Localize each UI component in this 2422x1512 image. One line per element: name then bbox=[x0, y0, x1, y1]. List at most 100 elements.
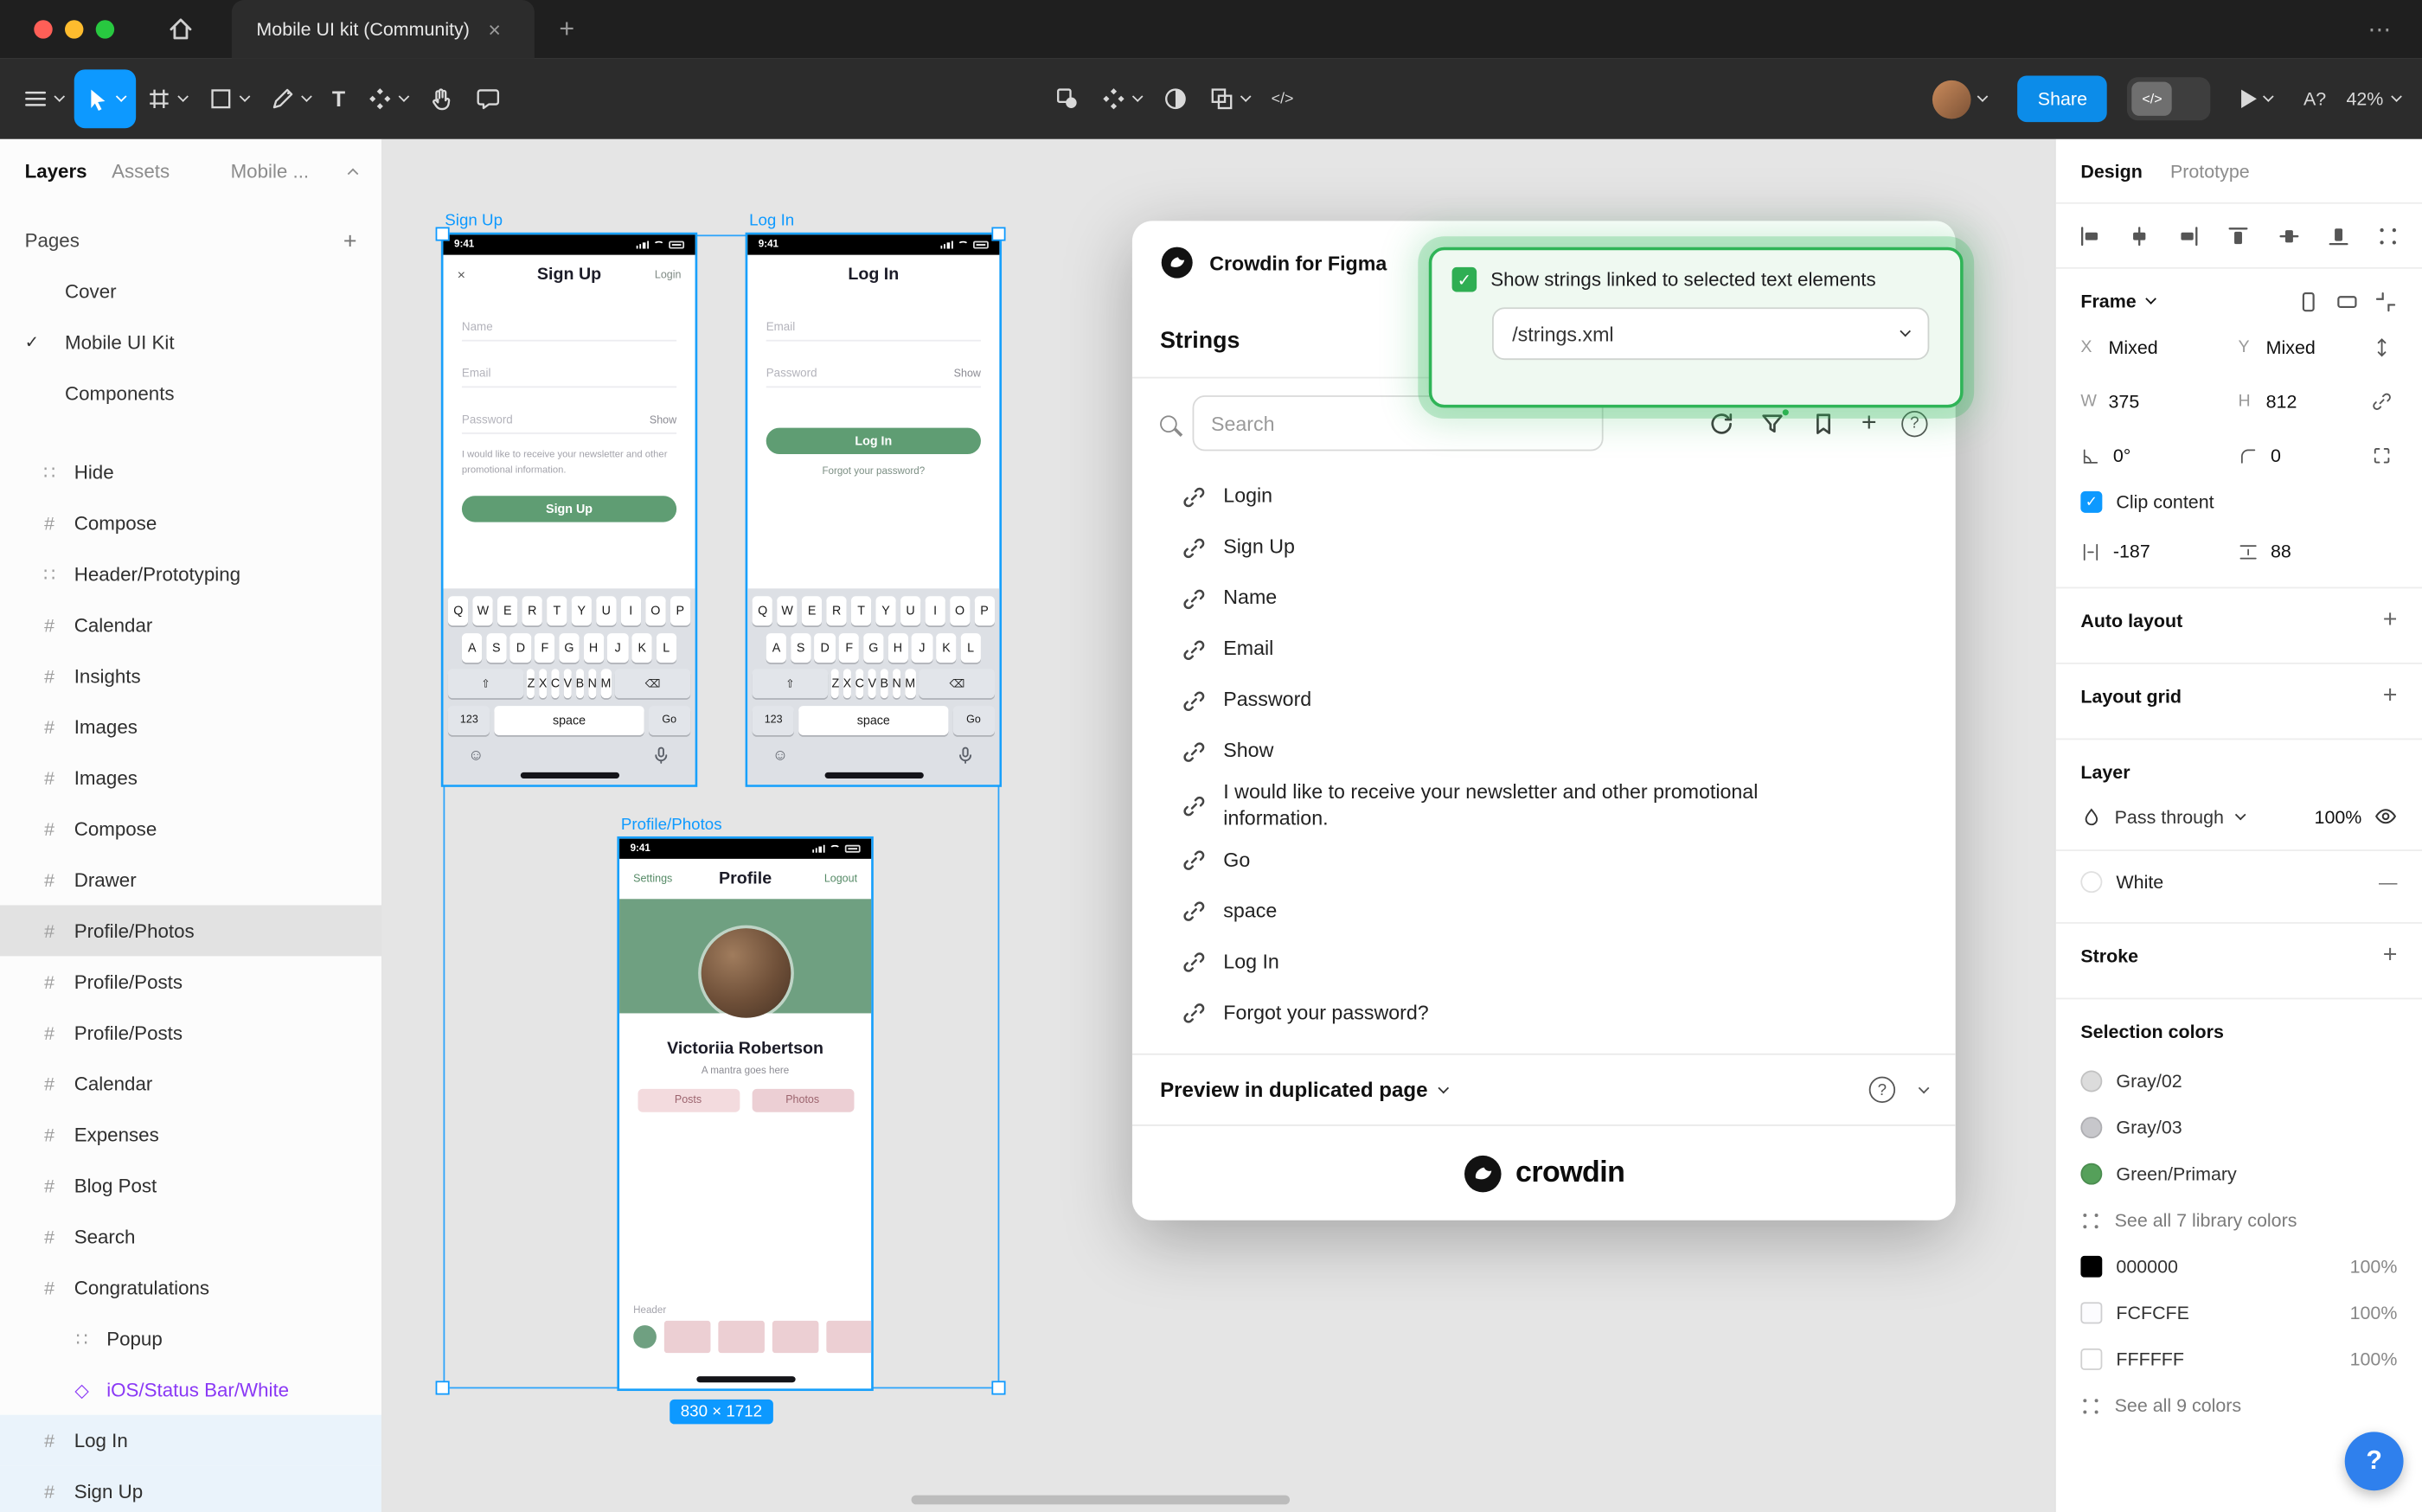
password-field[interactable]: PasswordShow bbox=[766, 352, 981, 388]
pen-tool-button[interactable] bbox=[260, 69, 321, 128]
layer-row[interactable]: # Blog Post bbox=[0, 1160, 381, 1211]
y-position-input[interactable]: YMixed bbox=[2235, 328, 2361, 368]
height-input[interactable]: H812 bbox=[2235, 381, 2361, 421]
bookmark-icon[interactable] bbox=[1810, 410, 1836, 436]
hand-tool-button[interactable] bbox=[418, 69, 465, 128]
posts-tab[interactable]: Posts bbox=[638, 1089, 740, 1112]
frame-label-profile-photos[interactable]: Profile/Photos bbox=[621, 816, 722, 834]
email-field[interactable]: Email bbox=[766, 306, 981, 342]
name-field[interactable]: Name bbox=[462, 306, 676, 342]
resize-to-fit-icon[interactable] bbox=[2374, 290, 2398, 313]
string-row[interactable]: Name bbox=[1132, 573, 1956, 624]
chevron-down-icon[interactable] bbox=[2145, 293, 2156, 304]
layer-row[interactable]: # Insights bbox=[0, 650, 381, 702]
frame-profile-photos[interactable]: Profile/Photos 9:41 Settings Profile Log… bbox=[619, 839, 871, 1389]
profile-avatar[interactable] bbox=[701, 928, 791, 1018]
layer-row[interactable]: # Compose bbox=[0, 804, 381, 855]
close-window-button[interactable] bbox=[34, 20, 52, 38]
create-component-button[interactable] bbox=[1091, 69, 1152, 128]
share-button[interactable]: Share bbox=[2018, 75, 2108, 122]
tab-assets[interactable]: Assets bbox=[112, 161, 170, 183]
frame-log-in[interactable]: Log In 9:41 Log In Email PasswordShow Lo… bbox=[747, 234, 999, 785]
align-right-icon[interactable] bbox=[2178, 225, 2200, 247]
help-icon[interactable]: ? bbox=[1869, 1077, 1895, 1103]
layer-row[interactable]: # Calendar bbox=[0, 1058, 381, 1109]
align-h-center-icon[interactable] bbox=[2129, 225, 2150, 247]
width-input[interactable]: W375 bbox=[2078, 381, 2226, 421]
file-tab[interactable]: Mobile UI kit (Community) × bbox=[232, 0, 535, 59]
layer-row[interactable]: ∷ Popup bbox=[0, 1313, 381, 1364]
window-menu-icon[interactable]: ⋯ bbox=[2368, 16, 2393, 43]
add-auto-layout-button[interactable]: + bbox=[2383, 607, 2398, 635]
layer-row[interactable]: # Sign Up bbox=[0, 1466, 381, 1512]
zoom-menu[interactable]: 42% bbox=[2346, 88, 2400, 110]
constrain-proportions-icon[interactable] bbox=[2371, 391, 2393, 413]
align-v-center-icon[interactable] bbox=[2278, 225, 2299, 247]
frame-tool-button[interactable] bbox=[136, 69, 197, 128]
layer-row[interactable]: # Search bbox=[0, 1211, 381, 1262]
hex-color-row[interactable]: 000000 100% bbox=[2056, 1243, 2422, 1290]
hex-color-row[interactable]: FCFCFE 100% bbox=[2056, 1290, 2422, 1336]
landscape-icon[interactable] bbox=[2336, 290, 2359, 313]
rotation-input[interactable]: 0° bbox=[2078, 436, 2226, 476]
layer-row[interactable]: # Log In bbox=[0, 1415, 381, 1466]
string-row[interactable]: Forgot your password? bbox=[1132, 988, 1956, 1039]
string-row[interactable]: Sign Up bbox=[1132, 522, 1956, 573]
main-menu-button[interactable] bbox=[12, 69, 74, 128]
tab-design[interactable]: Design bbox=[2080, 160, 2142, 182]
show-password-link[interactable]: Show bbox=[954, 369, 981, 381]
layer-row[interactable]: # Expenses bbox=[0, 1109, 381, 1160]
help-button[interactable]: ? bbox=[2345, 1432, 2404, 1490]
page-item[interactable]: Cover bbox=[0, 266, 381, 317]
blend-button[interactable] bbox=[1152, 69, 1199, 128]
help-icon[interactable]: ? bbox=[1901, 410, 1927, 436]
login-link[interactable]: Login bbox=[655, 270, 682, 281]
align-left-icon[interactable] bbox=[2079, 225, 2101, 247]
string-row[interactable]: Log In bbox=[1132, 938, 1956, 989]
sign-up-button[interactable]: Sign Up bbox=[462, 495, 676, 521]
align-top-icon[interactable] bbox=[2228, 225, 2250, 247]
opacity-input[interactable]: 100% bbox=[2315, 805, 2362, 827]
user-avatar[interactable] bbox=[1922, 69, 1998, 128]
close-icon[interactable]: × bbox=[458, 267, 465, 283]
color-style-row[interactable]: Gray/02 bbox=[2056, 1058, 2422, 1105]
tab-prototype[interactable]: Prototype bbox=[2170, 160, 2250, 182]
settings-link[interactable]: Settings bbox=[633, 874, 672, 885]
comment-tool-button[interactable] bbox=[465, 69, 511, 128]
dev-mode-toggle[interactable]: </> bbox=[2127, 77, 2210, 120]
layer-row[interactable]: # Images bbox=[0, 753, 381, 804]
collapse-icon[interactable] bbox=[1919, 1082, 1930, 1093]
remove-fill-button[interactable]: — bbox=[2379, 871, 2397, 893]
color-style-row[interactable]: Green/Primary bbox=[2056, 1150, 2422, 1197]
filter-button[interactable] bbox=[1759, 410, 1785, 436]
layer-row[interactable]: # Drawer bbox=[0, 854, 381, 905]
offset-y-input[interactable]: 88 bbox=[2235, 531, 2361, 571]
add-page-button[interactable]: + bbox=[343, 227, 357, 253]
forgot-password-link[interactable]: Forgot your password? bbox=[747, 466, 999, 477]
x-position-input[interactable]: XMixed bbox=[2078, 328, 2226, 368]
screen-title[interactable]: Log In bbox=[747, 266, 999, 284]
independent-corners-icon[interactable] bbox=[2371, 445, 2393, 466]
home-icon[interactable] bbox=[167, 16, 195, 43]
shape-tool-button[interactable] bbox=[198, 69, 260, 128]
add-layout-grid-button[interactable]: + bbox=[2383, 682, 2398, 710]
log-in-button[interactable]: Log In bbox=[766, 428, 981, 454]
dev-resources-button[interactable]: </> bbox=[1260, 69, 1304, 128]
layer-row[interactable]: # Calendar bbox=[0, 599, 381, 650]
close-tab-icon[interactable]: × bbox=[488, 17, 501, 42]
layer-row[interactable]: # Congratulations bbox=[0, 1262, 381, 1313]
string-row[interactable]: I would like to receive your newsletter … bbox=[1132, 777, 1956, 835]
language-badge[interactable]: A? bbox=[2303, 88, 2326, 110]
align-bottom-icon[interactable] bbox=[2328, 225, 2349, 247]
selection-handle-se[interactable] bbox=[991, 1381, 1005, 1394]
layer-row[interactable]: ◇ iOS/Status Bar/White bbox=[0, 1364, 381, 1415]
blend-mode-select[interactable]: Pass through bbox=[2115, 805, 2224, 827]
logout-link[interactable]: Logout bbox=[824, 874, 857, 885]
text-tool-button[interactable]: T bbox=[321, 69, 356, 128]
tidy-up-icon[interactable] bbox=[2377, 225, 2399, 247]
horizontal-scrollbar[interactable] bbox=[912, 1496, 1290, 1505]
string-row[interactable]: Show bbox=[1132, 726, 1956, 777]
page-item[interactable]: ✓ Mobile UI Kit bbox=[0, 317, 381, 368]
layer-row[interactable]: # Profile/Posts bbox=[0, 1007, 381, 1058]
layer-row[interactable]: ∷ Hide bbox=[0, 446, 381, 497]
